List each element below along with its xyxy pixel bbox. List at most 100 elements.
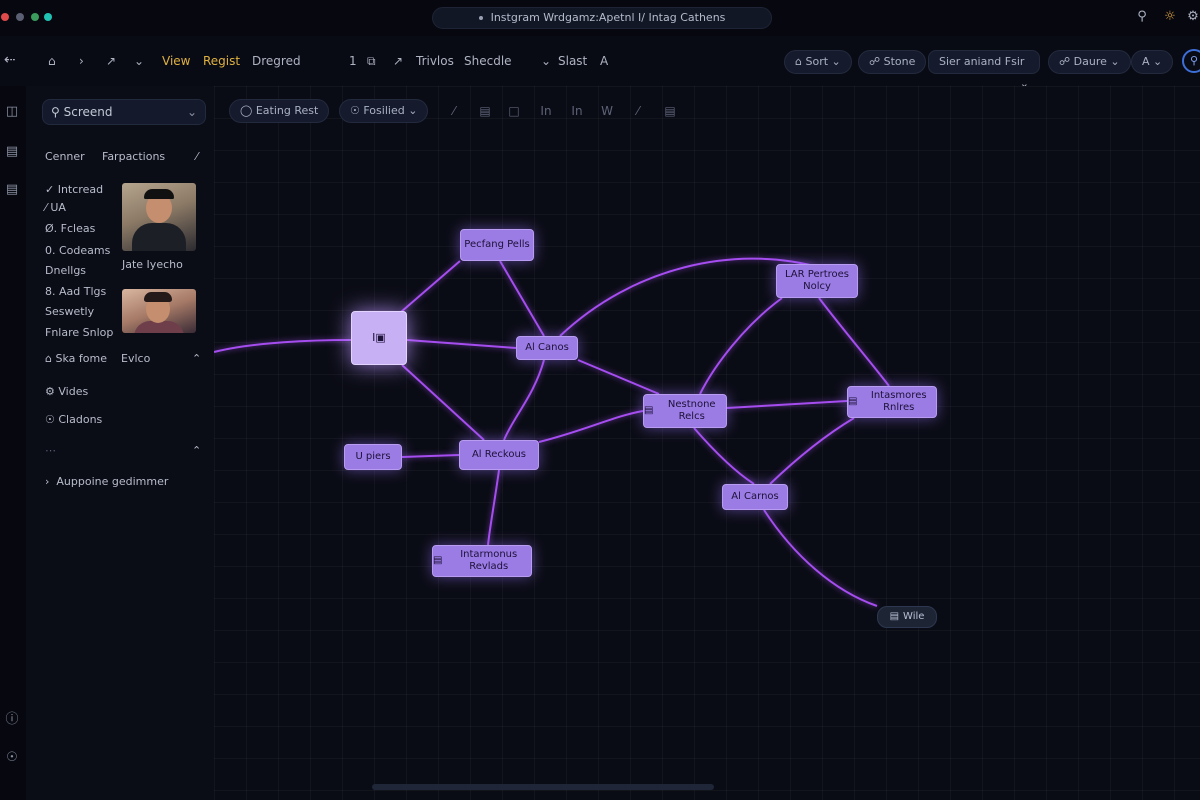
tool-a[interactable]: A [600,53,608,69]
graph-node[interactable]: Al Carnos [722,484,788,510]
graph-edge [406,339,517,349]
window-title-pill[interactable]: Instgram Wrdgamz:Apetnl I/ Intag Cathens [432,7,772,29]
menu-regist[interactable]: Regist [203,53,240,69]
sidebar-item-ua[interactable]: ⁄ UA [45,201,66,215]
left-rail: ◫ ▤ ▤ ⓘ ☉ [0,86,26,800]
chevron-right-icon[interactable]: › [79,53,84,69]
graph-node[interactable]: Al Canos [516,336,578,360]
help-icon[interactable]: ⚲ [1182,49,1200,73]
graph-node[interactable]: Al Reckous [459,440,539,470]
graph-node[interactable]: ▤ Wile [877,606,937,628]
sidebar-item-interesd[interactable]: ✓ Intcread [45,183,103,197]
graph-edge [400,260,461,313]
avatar[interactable] [122,289,196,333]
sidebar-footer-item[interactable]: › Auppoine gedimmer [45,475,168,489]
store-button[interactable]: ☍ Stone [858,50,927,74]
search-input[interactable]: ⚲ Screend ⌄ [42,99,206,125]
settings-circle-icon[interactable]: ☉ [4,750,20,766]
gear-icon: ⚙ [45,385,55,398]
graph-node[interactable]: ▤ Nestnone Relcs [643,394,727,428]
graph-canvas[interactable]: ◯ Eating Rest ☉ Fosilied ⌄ ⁄ ▤ □ In In W… [214,86,1200,800]
avatar[interactable] [122,183,196,251]
chevron-down-icon: ⌄ [1153,55,1163,68]
node-label: U piers [355,451,391,462]
chevron-up-icon[interactable]: ⌃ [192,352,201,366]
sidebar-item-label: Auppoine gedimmer [56,475,169,488]
copy-icon[interactable]: ⧉ [367,53,376,69]
node-label: Al Canos [525,342,569,353]
bulb-icon[interactable]: ☼ [1162,9,1178,25]
sidebar-item-label: Intcread [57,183,104,196]
tab-cenner[interactable]: Cenner [45,150,85,164]
graph-node-hub[interactable]: I▣ [351,311,407,365]
chevron-up-icon[interactable]: ⌃ [192,444,201,458]
settings-icon[interactable]: ⚙ [1185,9,1200,25]
sidebar-item-fnlare-snlop[interactable]: Fnlare Snlop [45,326,113,340]
section-header[interactable]: ⌂ Ska fome [45,352,107,366]
graph-edge [499,260,545,337]
chevron-down-icon[interactable]: ⌄ [541,53,551,69]
more-icon[interactable]: ⋯ [45,444,56,458]
sidebar-item-fcleas[interactable]: Ø. Fcleas [45,222,95,236]
graph-node[interactable]: Pecfang Pells [460,229,534,261]
filter-input[interactable]: Sier aniand Fsir ⌄ [928,50,1040,90]
a-dropdown-label: A [1142,55,1150,68]
chevron-down-icon[interactable]: ⌄ [134,53,144,69]
doc-icon: ▤ [848,396,858,407]
store-label: Stone [883,55,916,68]
sort-button[interactable]: ⌂ Sort ⌄ [784,50,852,74]
info-icon[interactable]: ⓘ [4,712,20,728]
sort-label: Sort [805,55,829,68]
sidebar-sub-cladons[interactable]: ☉ Cladons [45,413,102,427]
tool-trivlos[interactable]: Trivlos [416,53,454,69]
graph-node[interactable]: LAR Pertroes Nolcy [776,264,858,298]
node-label: Wile [903,611,925,622]
window-extra-button[interactable] [44,13,52,21]
window-title: Instgram Wrdgamz:Apetnl I/ Intag Cathens [490,11,726,24]
book-icon[interactable]: ◫ [4,104,20,120]
search-value: Screend [63,105,113,119]
library-icon[interactable]: ▤ [4,182,20,198]
tool-slast[interactable]: Slast [558,53,587,69]
chevron-down-icon: ⌄ [1110,55,1120,68]
brush-icon[interactable]: ↗ [393,53,403,69]
node-label: LAR Pertroes Nolcy [785,269,849,292]
check-icon: ✓ [45,183,55,196]
avatar-hair [144,292,172,302]
node-label: Pecfang Pells [464,239,530,250]
close-window-button[interactable] [1,13,9,21]
graph-edge [726,400,848,409]
graph-node[interactable]: U piers [344,444,402,470]
maximize-window-button[interactable] [31,13,39,21]
a-dropdown[interactable]: A ⌄ [1131,50,1174,74]
sidebar-item-codeams[interactable]: 0. Codeams [45,244,110,258]
section-value: Evlco [121,352,151,365]
graph-edge [577,359,660,395]
graph-node[interactable]: ▤ Intarmonus Revlads [432,545,532,577]
tab-farpactions[interactable]: Farpactions [102,150,165,164]
sidebar-item-dnellgs[interactable]: Dnellgs [45,264,86,278]
sidebar-item-aad-tlgs[interactable]: 8. Aad Tlgs [45,285,106,299]
graph-node[interactable]: ▤ Intasmores Rnlres [847,386,937,418]
layers-icon[interactable]: ▤ [4,144,20,160]
node-label: Nestnone Relcs [667,399,716,422]
graph-edge [538,410,644,443]
sidebar-item-seswetly[interactable]: Seswetly [45,305,94,319]
sidebar-sub-vides[interactable]: ⚙ Vides [45,385,88,399]
title-bar: Instgram Wrdgamz:Apetnl I/ Intag Cathens… [0,0,1200,36]
profile-name: Jate Iyecho [122,258,183,271]
avatar-cap [144,189,174,199]
back-arrow-icon[interactable]: ⇠ [4,52,16,68]
graph-edge [763,509,878,607]
share-button[interactable]: ☍ Daure ⌄ [1048,50,1131,74]
tab-edit-icon[interactable]: ⁄ [196,150,198,164]
menu-dregred[interactable]: Dregred [252,53,301,69]
tool-shecdle[interactable]: Shecdle [464,53,512,69]
search-icon[interactable]: ⚲ [1134,9,1150,25]
home-icon[interactable]: ⌂ [48,53,56,69]
minimize-window-button[interactable] [16,13,24,21]
pencil-icon[interactable]: ↗ [106,53,116,69]
menu-view[interactable]: View [162,53,190,69]
sidebar-item-label: Cladons [58,413,103,426]
horizontal-scrollbar[interactable] [372,784,714,790]
